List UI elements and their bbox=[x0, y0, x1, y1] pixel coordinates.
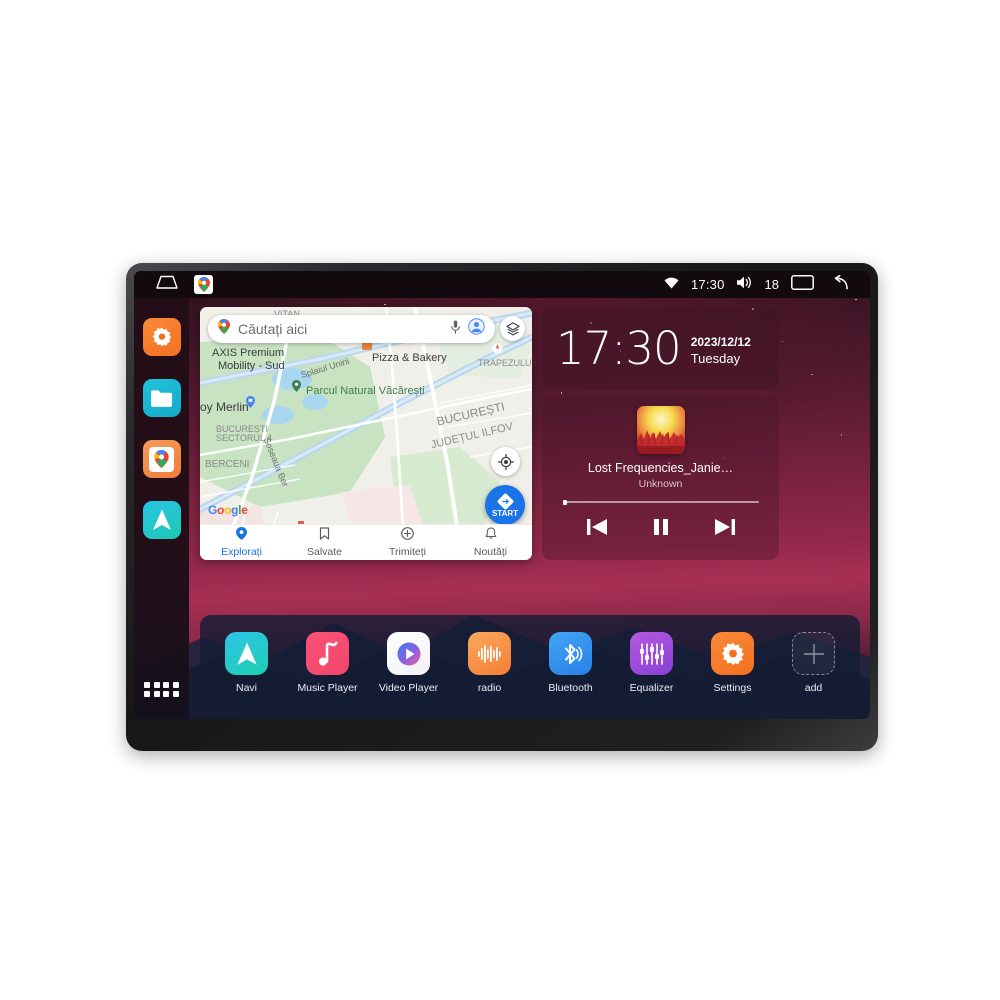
clock-date: 2023/12/12 bbox=[690, 334, 751, 349]
bookmark-icon bbox=[319, 527, 330, 545]
tab-label: Salvate bbox=[306, 546, 343, 558]
account-circle-icon[interactable] bbox=[468, 318, 485, 340]
volume-level: 18 bbox=[764, 277, 779, 292]
dock-app-label: Navi bbox=[235, 682, 257, 694]
dock-app-label: Music Player bbox=[297, 682, 358, 694]
tab-trimiteti[interactable]: Trimiteți bbox=[366, 527, 449, 558]
compass-icon bbox=[492, 342, 503, 360]
volume-icon bbox=[736, 276, 753, 294]
dock-app-add[interactable]: add bbox=[779, 632, 849, 694]
bluetooth-icon bbox=[549, 632, 592, 675]
clock-time: 17:30 bbox=[556, 321, 682, 375]
google-attribution: Google bbox=[208, 503, 248, 517]
gear-icon bbox=[152, 327, 171, 347]
store-pin-icon bbox=[246, 395, 255, 413]
map-pin-icon bbox=[149, 446, 174, 472]
microphone-icon[interactable] bbox=[451, 320, 460, 339]
layers-button[interactable] bbox=[500, 316, 525, 341]
google-maps-card[interactable]: VITAN AXIS Premium Mobility - Sud Pizza … bbox=[200, 307, 532, 560]
dock-app-video-player[interactable]: Video Player bbox=[374, 632, 444, 694]
park-pin-icon bbox=[292, 379, 301, 397]
status-bar: 17:30 18 bbox=[134, 271, 870, 298]
bell-icon bbox=[485, 527, 497, 545]
dock-app-navi[interactable]: Navi bbox=[212, 632, 282, 694]
waveform-icon bbox=[468, 632, 511, 675]
progress-bar[interactable] bbox=[562, 499, 759, 505]
skip-next-icon[interactable] bbox=[714, 517, 736, 542]
equalizer-sliders-icon bbox=[630, 632, 673, 675]
my-location-button[interactable] bbox=[491, 447, 520, 476]
app-grid-icon[interactable] bbox=[144, 681, 179, 697]
back-icon[interactable] bbox=[826, 274, 848, 295]
album-art bbox=[636, 406, 685, 454]
navigation-arrow-icon bbox=[225, 632, 268, 675]
sidebar-item-settings[interactable] bbox=[142, 318, 181, 356]
dock-app-bluetooth[interactable]: Bluetooth bbox=[536, 632, 606, 694]
tab-noutati[interactable]: Noutăți bbox=[449, 527, 532, 558]
head-unit-device: 17:30 18 VITAN AXIS Premium Mobility - S… bbox=[126, 263, 878, 751]
track-title: Lost Frequencies_Janie… bbox=[587, 461, 734, 475]
navigation-arrow-icon bbox=[152, 509, 171, 530]
explore-pin-icon bbox=[236, 527, 247, 545]
plus-dashed-icon bbox=[792, 632, 835, 675]
dock-app-radio[interactable]: radio bbox=[455, 632, 525, 694]
app-dock: Navi Music Player Video Player radio Blu… bbox=[200, 615, 860, 711]
play-circle-icon bbox=[387, 632, 430, 675]
recents-icon[interactable] bbox=[791, 274, 814, 295]
start-label: START bbox=[491, 508, 519, 518]
clock-widget[interactable]: 17:30 2023/12/12 Tuesday bbox=[542, 307, 779, 389]
navigation-diamond-icon bbox=[497, 493, 513, 509]
clock-weekday: Tuesday bbox=[690, 350, 741, 366]
music-widget[interactable]: Lost Frequencies_Janie… Unknown bbox=[542, 397, 779, 560]
music-note-icon bbox=[306, 632, 349, 675]
status-time: 17:30 bbox=[690, 277, 725, 292]
progress-knob[interactable] bbox=[562, 499, 567, 505]
tab-label: Explorați bbox=[221, 546, 262, 558]
left-sidebar bbox=[134, 298, 189, 719]
dock-app-label: add bbox=[804, 682, 823, 694]
sidebar-item-navigation[interactable] bbox=[142, 501, 181, 539]
tab-label: Noutăți bbox=[473, 546, 508, 558]
map-bottom-tabs: Explorați Salvate Trimiteți Noutăți bbox=[200, 524, 532, 560]
pause-icon[interactable] bbox=[652, 517, 670, 542]
dock-app-music-player[interactable]: Music Player bbox=[293, 632, 363, 694]
dock-app-label: Settings bbox=[713, 682, 752, 694]
google-maps-icon[interactable] bbox=[194, 275, 213, 294]
dock-app-label: radio bbox=[477, 682, 502, 694]
map-tiles bbox=[200, 307, 532, 560]
sidebar-item-files[interactable] bbox=[142, 379, 181, 417]
send-plus-icon bbox=[401, 527, 414, 545]
map-search-bar[interactable]: Căutați aici bbox=[208, 315, 495, 343]
track-artist: Unknown bbox=[638, 478, 683, 490]
search-input[interactable]: Căutați aici bbox=[238, 321, 443, 337]
dock-app-equalizer[interactable]: Equalizer bbox=[617, 632, 687, 694]
tab-salvate[interactable]: Salvate bbox=[283, 527, 366, 558]
map-pin-icon bbox=[218, 319, 230, 339]
dock-app-label: Bluetooth bbox=[548, 682, 593, 694]
sidebar-item-google-maps[interactable] bbox=[142, 440, 181, 478]
wifi-icon bbox=[664, 276, 679, 294]
home-icon[interactable] bbox=[156, 275, 178, 294]
gear-icon bbox=[711, 632, 754, 675]
dock-app-label: Video Player bbox=[378, 682, 439, 694]
tab-explorati[interactable]: Explorați bbox=[200, 527, 283, 558]
device-screen: 17:30 18 VITAN AXIS Premium Mobility - S… bbox=[134, 271, 870, 719]
folder-icon bbox=[151, 389, 172, 407]
dock-app-label: Equalizer bbox=[629, 682, 674, 694]
skip-previous-icon[interactable] bbox=[586, 517, 608, 542]
start-navigation-button[interactable]: START bbox=[485, 485, 525, 525]
layers-icon bbox=[505, 321, 520, 335]
dock-app-settings[interactable]: Settings bbox=[698, 632, 768, 694]
tab-label: Trimiteți bbox=[389, 546, 426, 558]
my-location-icon bbox=[497, 453, 514, 470]
